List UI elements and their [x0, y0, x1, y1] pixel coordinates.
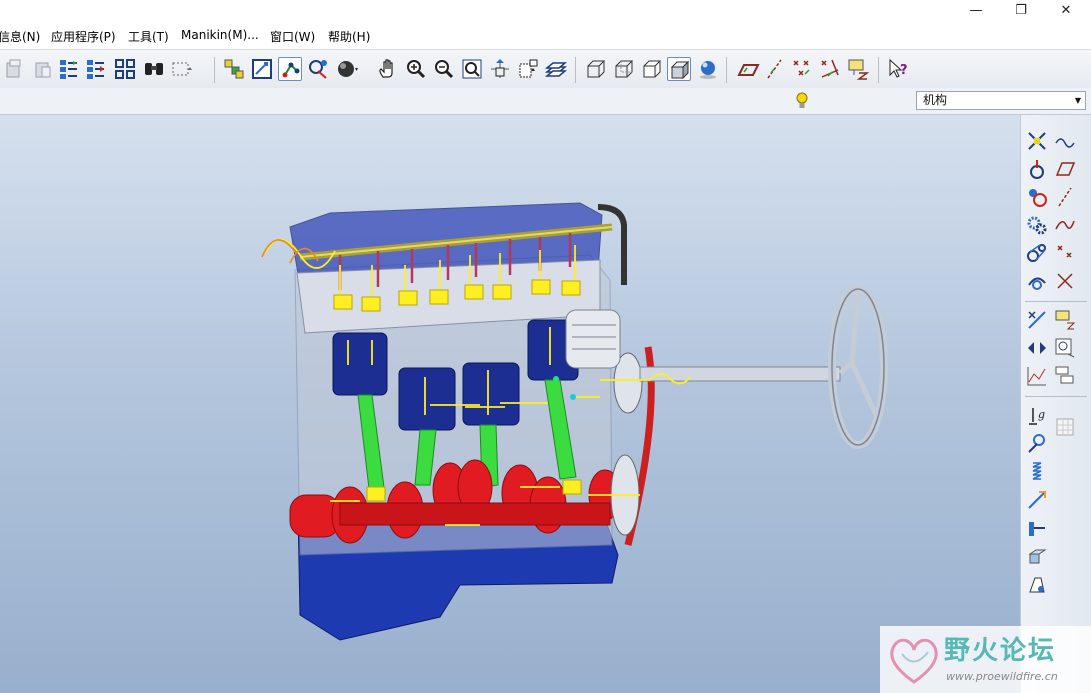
enhanced-realism-icon[interactable] — [696, 57, 720, 81]
annotation-display-icon[interactable] — [846, 57, 870, 81]
filter-select[interactable]: 机构 ▼ — [916, 91, 1086, 110]
axis-display-icon[interactable] — [763, 57, 787, 81]
model-tree-icon[interactable] — [113, 57, 137, 81]
shaded-icon[interactable] — [667, 57, 691, 81]
toolbar-separator — [878, 57, 879, 83]
pan-icon[interactable] — [376, 57, 400, 81]
refit-icon[interactable] — [460, 57, 484, 81]
3d-contact-icon[interactable] — [1025, 269, 1049, 293]
find-icon[interactable] — [142, 57, 166, 81]
initial-condition-icon[interactable] — [1025, 432, 1049, 456]
toolbar-separator — [1025, 301, 1087, 302]
select-box-icon[interactable] — [170, 57, 194, 81]
slot-icon[interactable] — [1053, 129, 1077, 153]
graphics-window[interactable] — [0, 115, 1020, 693]
svg-text:?: ? — [900, 63, 908, 78]
mechanism-toolbar: g — [1020, 115, 1091, 693]
heart-logo-icon — [890, 638, 938, 684]
main-toolbar: ? — [0, 49, 1091, 89]
mass-properties-icon[interactable] — [1025, 544, 1049, 568]
engine-model[interactable] — [0, 115, 1020, 693]
belt-icon[interactable] — [1025, 241, 1049, 265]
menu-info[interactable]: 信息(N) — [0, 28, 40, 45]
menu-manikin[interactable]: Manikin(M)... — [181, 28, 259, 42]
toolbar-separator — [726, 57, 727, 83]
menu-help[interactable]: 帮助(H) — [328, 28, 370, 45]
minimize-button[interactable]: — — [953, 0, 999, 24]
no-hidden-icon[interactable] — [640, 57, 664, 81]
menu-bar: 信息(N) 应用程序(P) 工具(T) Manikin(M)... 窗口(W) … — [0, 24, 1091, 48]
saved-views-icon[interactable] — [516, 57, 540, 81]
servo-motor-icon[interactable] — [1025, 157, 1049, 181]
close-button[interactable]: ✕ — [1043, 0, 1089, 24]
shading-icon[interactable] — [335, 57, 359, 81]
connect-icon[interactable] — [1025, 129, 1049, 153]
force-torque-icon[interactable] — [1025, 516, 1049, 540]
plane-display-icon[interactable] — [736, 57, 760, 81]
zoom-in-icon[interactable] — [404, 57, 428, 81]
plane-icon[interactable] — [1053, 157, 1077, 181]
chevron-down-icon: ▼ — [1074, 96, 1081, 105]
wireframe-icon[interactable] — [584, 57, 608, 81]
maximize-button[interactable]: ❐ — [998, 0, 1044, 24]
selection-filter-bar: 机构 ▼ — [0, 88, 1091, 115]
hidden-line-icon[interactable] — [612, 57, 636, 81]
view-manager-icon[interactable] — [544, 57, 568, 81]
spring-icon[interactable] — [1025, 460, 1049, 484]
watermark-title: 野火论坛 — [944, 636, 1057, 666]
filter-select-value: 机构 — [923, 93, 948, 107]
table-icon[interactable] — [1053, 415, 1077, 439]
gear-icon[interactable] — [1025, 213, 1049, 237]
orient-icon[interactable] — [306, 57, 330, 81]
menu-window[interactable]: 窗口(W) — [270, 28, 315, 45]
separate-icon[interactable] — [1025, 572, 1049, 596]
damper-icon[interactable] — [1025, 488, 1049, 512]
datum-display-icon[interactable] — [278, 57, 302, 81]
menu-tools[interactable]: 工具(T) — [128, 28, 169, 45]
spin-center-icon[interactable] — [488, 57, 512, 81]
toolbar-separator — [575, 57, 576, 83]
toolbar-separator — [1025, 396, 1087, 397]
csys-icon[interactable] — [1053, 269, 1077, 293]
zoom-out-icon[interactable] — [432, 57, 456, 81]
paste-icon[interactable] — [30, 57, 54, 81]
repaint-icon[interactable] — [250, 57, 274, 81]
drag-icon[interactable] — [1025, 336, 1049, 360]
gravity-icon[interactable]: g — [1025, 404, 1049, 428]
point-icon[interactable] — [1053, 241, 1077, 265]
watermark: 野火论坛 www.proewildfire.cn — [880, 626, 1091, 693]
regenerate-manager-icon[interactable] — [84, 57, 108, 81]
title-bar: — ❐ ✕ — [0, 0, 1091, 24]
graph-icon[interactable] — [1025, 364, 1049, 388]
csys-display-icon[interactable] — [818, 57, 842, 81]
point-display-icon[interactable] — [790, 57, 814, 81]
copy-icon[interactable] — [2, 57, 26, 81]
whats-this-icon[interactable]: ? — [886, 57, 910, 81]
axis-icon[interactable] — [1053, 185, 1077, 209]
light-bulb-icon[interactable] — [794, 90, 810, 112]
playback-icon[interactable] — [1053, 336, 1077, 360]
note-icon[interactable] — [1053, 308, 1077, 332]
measure-icon[interactable] — [1025, 308, 1049, 332]
results-icon[interactable] — [1053, 364, 1077, 388]
curve-icon[interactable] — [1053, 213, 1077, 237]
layer-icon[interactable] — [222, 57, 246, 81]
toolbar-separator — [214, 57, 215, 83]
svg-text:g: g — [1038, 408, 1045, 421]
cam-icon[interactable] — [1025, 185, 1049, 209]
menu-applications[interactable]: 应用程序(P) — [51, 28, 116, 45]
regenerate-icon[interactable] — [57, 57, 81, 81]
watermark-url: www.proewildfire.cn — [946, 670, 1058, 683]
